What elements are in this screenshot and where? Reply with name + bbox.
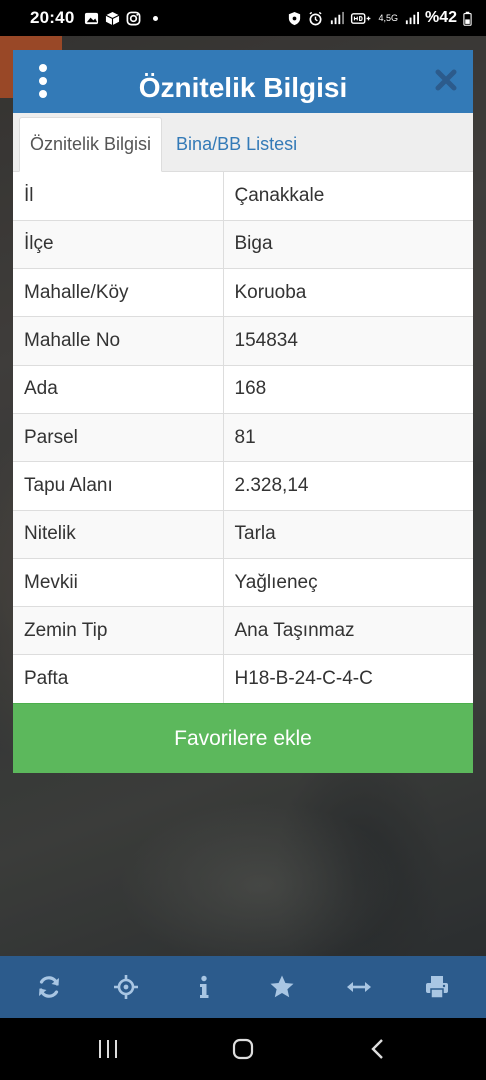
- table-row: Mahalle/Köy Koruoba: [13, 268, 473, 317]
- locate-button[interactable]: [106, 967, 146, 1007]
- table-row: İl Çanakkale: [13, 172, 473, 221]
- instagram-icon: [127, 11, 141, 25]
- attr-key: Zemin Tip: [13, 606, 224, 655]
- table-row: Mahalle No 154834: [13, 316, 473, 366]
- attr-key: Mahalle No: [13, 316, 224, 366]
- table-row: Tapu Alanı 2.328,14: [13, 461, 473, 511]
- hd-voice-icon: [351, 12, 371, 24]
- table-row: Pafta H18-B-24-C-4-C: [13, 654, 473, 704]
- dialog-tabs: Öznitelik Bilgisi Bina/BB Listesi: [13, 113, 473, 172]
- tab-attribute-info[interactable]: Öznitelik Bilgisi: [19, 117, 163, 172]
- info-button[interactable]: [184, 967, 224, 1007]
- navigation-bar: [0, 1018, 486, 1080]
- back-button[interactable]: [353, 1029, 403, 1069]
- alarm-icon: [309, 11, 322, 25]
- signal-icon: [405, 11, 419, 24]
- attr-key: Nitelik: [13, 509, 224, 559]
- status-bar: 20:40 4,5G %42: [0, 0, 486, 36]
- dialog-title: Öznitelik Bilgisi: [138, 71, 348, 103]
- measure-button[interactable]: [339, 967, 379, 1007]
- refresh-button[interactable]: [29, 967, 69, 1007]
- attr-value: Çanakkale: [223, 172, 473, 221]
- attr-key: Parsel: [13, 412, 224, 462]
- attr-value: Yağlıeneç: [223, 557, 473, 607]
- attr-value: 154834: [223, 316, 473, 366]
- attr-value: H18-B-24-C-4-C: [223, 654, 473, 704]
- close-icon[interactable]: [433, 67, 459, 93]
- back-icon: [371, 1039, 384, 1059]
- recent-apps-button[interactable]: [83, 1029, 133, 1069]
- add-favorite-button[interactable]: Favorilere ekle: [13, 703, 473, 774]
- table-row: Mevkii Yağlıeneç: [13, 557, 473, 607]
- attr-key: Pafta: [13, 654, 224, 704]
- notification-icons: [84, 11, 159, 26]
- recent-apps-icon: [98, 1040, 117, 1058]
- attr-key: İl: [13, 172, 224, 221]
- system-icons: 4,5G %42: [287, 9, 472, 27]
- network-type: 4,5G: [378, 12, 398, 23]
- signal-icon: [331, 11, 345, 24]
- gallery-icon: [85, 12, 99, 24]
- attribute-dialog: Öznitelik Bilgisi Öznitelik Bilgisi Bina…: [13, 50, 473, 774]
- attr-value: Biga: [223, 219, 473, 269]
- info-icon: [200, 975, 209, 998]
- vpn-icon: [289, 11, 301, 25]
- star-icon: [270, 975, 294, 998]
- locate-icon: [114, 975, 139, 999]
- print-button[interactable]: [417, 967, 457, 1007]
- menu-icon[interactable]: [33, 64, 53, 98]
- attr-value: 168: [223, 364, 473, 414]
- table-row: Nitelik Tarla: [13, 509, 473, 559]
- attr-value: Tarla: [223, 509, 473, 559]
- refresh-icon: [38, 976, 59, 998]
- dialog-header: Öznitelik Bilgisi: [13, 50, 473, 113]
- battery-level: %42: [424, 9, 457, 26]
- status-time: 20:40: [30, 8, 75, 27]
- table-row: Ada 168: [13, 364, 473, 414]
- attr-key: Mahalle/Köy: [13, 268, 224, 317]
- attribute-table: İl Çanakkale İlçe Biga Mahalle/Köy Koruo…: [13, 172, 473, 704]
- attr-value: Ana Taşınmaz: [223, 606, 473, 655]
- attr-value: Koruoba: [223, 268, 473, 317]
- attr-key: Tapu Alanı: [13, 461, 224, 511]
- attr-key: Mevkii: [13, 557, 224, 607]
- box-icon: [106, 11, 120, 25]
- attr-key: İlçe: [13, 219, 224, 269]
- battery-icon: [463, 11, 472, 26]
- map-toolbar: [0, 956, 486, 1018]
- more-notifications-dot: [153, 15, 159, 21]
- attr-key: Ada: [13, 364, 224, 414]
- attr-value: 2.328,14: [223, 461, 473, 511]
- print-icon: [426, 976, 449, 999]
- home-button[interactable]: [218, 1029, 268, 1069]
- favorites-button[interactable]: [262, 967, 302, 1007]
- measure-icon: [347, 982, 372, 992]
- table-row: Parsel 81: [13, 412, 473, 462]
- table-row: İlçe Biga: [13, 219, 473, 269]
- table-row: Zemin Tip Ana Taşınmaz: [13, 606, 473, 655]
- home-icon: [232, 1038, 254, 1060]
- attr-value: 81: [223, 412, 473, 462]
- tab-building-list[interactable]: Bina/BB Listesi: [162, 117, 307, 171]
